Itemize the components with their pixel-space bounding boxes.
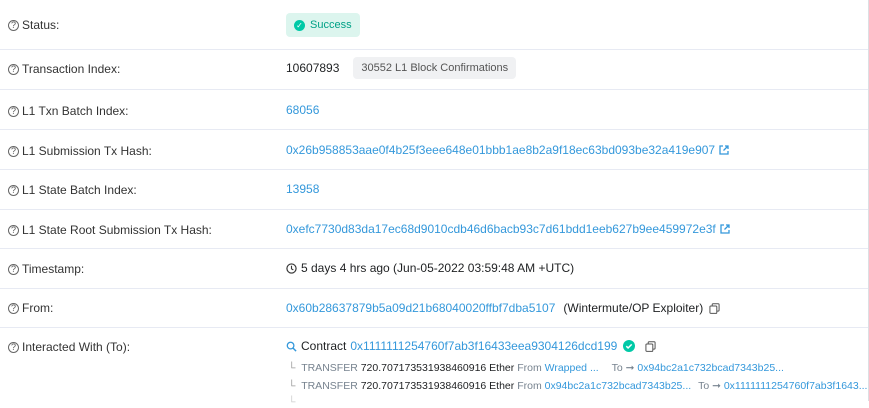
external-link-icon[interactable] bbox=[720, 224, 730, 234]
status-badge-text: Success bbox=[310, 19, 352, 31]
status-value: ✓ Success bbox=[286, 13, 360, 37]
tx-index-row: ? Transaction Index: 10607893 30552 L1 B… bbox=[0, 50, 868, 90]
transfer-from-link[interactable]: Wrapped ... bbox=[545, 362, 599, 374]
from-address-link[interactable]: 0x60b28637879b5a09d21b68040020ffbf7dba51… bbox=[286, 301, 555, 315]
l1-state-root-label-wrap: ? L1 State Root Submission Tx Hash: bbox=[8, 223, 212, 237]
interacted-row: ? Interacted With (To): Contract 0x11111… bbox=[0, 328, 868, 408]
transfer-to-keyword: To bbox=[611, 362, 623, 374]
l1-submission-hash-link[interactable]: 0x26b958853aae0f4b25f3eee648e01bbb1ae8b2… bbox=[286, 143, 715, 157]
arrow-right-icon: ➞ bbox=[625, 362, 635, 374]
timestamp-value-wrap: 5 days 4 hrs ago (Jun-05-2022 03:59:48 A… bbox=[286, 261, 574, 275]
l1-txn-batch-label: L1 Txn Batch Index: bbox=[22, 104, 129, 118]
interacted-label: Interacted With (To): bbox=[22, 340, 131, 354]
question-circle-icon[interactable]: ? bbox=[8, 105, 19, 117]
copy-icon[interactable] bbox=[709, 302, 720, 314]
confirmations-badge: 30552 L1 Block Confirmations bbox=[353, 57, 517, 79]
l1-submission-label: L1 Submission Tx Hash: bbox=[22, 144, 152, 158]
external-link-icon[interactable] bbox=[719, 145, 729, 155]
l1-state-batch-label: L1 State Batch Index: bbox=[22, 183, 137, 197]
tx-index-label-wrap: ? Transaction Index: bbox=[8, 62, 120, 76]
tx-index-value: 10607893 bbox=[286, 61, 340, 75]
from-label-wrap: ? From: bbox=[8, 301, 53, 315]
question-circle-icon[interactable]: ? bbox=[8, 263, 19, 275]
transfer-keyword: TRANSFER bbox=[301, 380, 358, 392]
status-row: ? Status: ✓ Success bbox=[0, 0, 868, 50]
l1-submission-row: ? L1 Submission Tx Hash: 0x26b958853aae0… bbox=[0, 130, 868, 170]
transfer-line: └ TRANSFER 720.707173531938460916 Ether … bbox=[288, 380, 867, 392]
timestamp-value: 5 days 4 hrs ago (Jun-05-2022 03:59:48 A… bbox=[301, 261, 575, 275]
copy-icon[interactable] bbox=[645, 340, 656, 352]
transfer-to-keyword: To bbox=[698, 380, 710, 392]
transfer-to-link[interactable]: 0x1111111254760f7ab3f1643... bbox=[724, 380, 868, 392]
transfer-keyword: TRANSFER bbox=[301, 362, 358, 374]
status-badge: ✓ Success bbox=[286, 13, 360, 37]
question-circle-icon[interactable]: ? bbox=[8, 184, 19, 196]
arrow-right-icon: ➞ bbox=[712, 380, 721, 392]
from-row: ? From: 0x60b28637879b5a09d21b68040020ff… bbox=[0, 289, 868, 328]
question-circle-icon[interactable]: ? bbox=[8, 224, 19, 236]
check-circle-icon: ✓ bbox=[294, 19, 305, 31]
transfer-amount: 720.707173531938460916 Ether bbox=[360, 362, 515, 374]
l1-txn-batch-label-wrap: ? L1 Txn Batch Index: bbox=[8, 104, 129, 118]
status-label-wrap: ? Status: bbox=[8, 18, 59, 32]
contract-prefix: Contract bbox=[301, 339, 347, 353]
tree-branch-icon: └ bbox=[288, 362, 296, 374]
search-contract-icon bbox=[286, 341, 297, 352]
transfer-from-link[interactable]: 0x94bc2a1c732bcad7343b25... bbox=[545, 380, 692, 392]
transfer-from-keyword: From bbox=[517, 362, 542, 374]
l1-state-root-row: ? L1 State Root Submission Tx Hash: 0xef… bbox=[0, 210, 868, 249]
status-label: Status: bbox=[22, 18, 60, 32]
transfer-from-keyword: From bbox=[517, 380, 542, 392]
l1-state-root-hash-link[interactable]: 0xefc7730d83da17ec68d9010cdb46d6bacb93c7… bbox=[286, 222, 716, 236]
transfer-to-link[interactable]: 0x94bc2a1c732bcad7343b25... bbox=[637, 362, 784, 374]
l1-txn-batch-link[interactable]: 68056 bbox=[286, 103, 319, 117]
l1-submission-label-wrap: ? L1 Submission Tx Hash: bbox=[8, 144, 152, 158]
l1-state-batch-row: ? L1 State Batch Index: 13958 bbox=[0, 170, 868, 210]
timestamp-row: ? Timestamp: 5 days 4 hrs ago (Jun-05-20… bbox=[0, 249, 868, 289]
tree-branch-icon: └ bbox=[288, 396, 296, 408]
transfer-line: └ TRANSFER 720.707173531938460916 Ether … bbox=[288, 362, 784, 374]
tx-index-value-wrap: 10607893 30552 L1 Block Confirmations bbox=[286, 57, 517, 79]
timestamp-label-wrap: ? Timestamp: bbox=[8, 262, 84, 276]
interacted-label-wrap: ? Interacted With (To): bbox=[8, 340, 130, 354]
l1-state-batch-label-wrap: ? L1 State Batch Index: bbox=[8, 183, 137, 197]
tx-index-label: Transaction Index: bbox=[22, 62, 121, 76]
from-value-wrap: 0x60b28637879b5a09d21b68040020ffbf7dba51… bbox=[286, 301, 720, 315]
from-address-tag: (Wintermute/OP Exploiter) bbox=[563, 301, 704, 315]
timestamp-label: Timestamp: bbox=[22, 262, 85, 276]
l1-state-root-label: L1 State Root Submission Tx Hash: bbox=[22, 223, 212, 237]
l1-state-batch-link[interactable]: 13958 bbox=[286, 182, 319, 196]
verified-check-icon bbox=[623, 340, 636, 352]
tree-branch-icon: └ bbox=[288, 380, 296, 392]
transfer-amount: 720.707173531938460916 Ether bbox=[360, 380, 515, 392]
transfer-line-partial: └ bbox=[288, 396, 298, 408]
question-circle-icon[interactable]: ? bbox=[8, 302, 19, 314]
question-circle-icon[interactable]: ? bbox=[8, 145, 19, 157]
contract-address-link[interactable]: 0x1111111254760f7ab3f16433eea9304126dcd1… bbox=[350, 339, 617, 353]
from-label: From: bbox=[22, 301, 54, 315]
question-circle-icon[interactable]: ? bbox=[8, 63, 19, 75]
question-circle-icon[interactable]: ? bbox=[8, 19, 19, 31]
clock-icon bbox=[286, 262, 297, 274]
l1-txn-batch-row: ? L1 Txn Batch Index: 68056 bbox=[0, 90, 868, 130]
contract-value-wrap: Contract 0x1111111254760f7ab3f16433eea93… bbox=[286, 339, 656, 353]
question-circle-icon[interactable]: ? bbox=[8, 341, 19, 353]
